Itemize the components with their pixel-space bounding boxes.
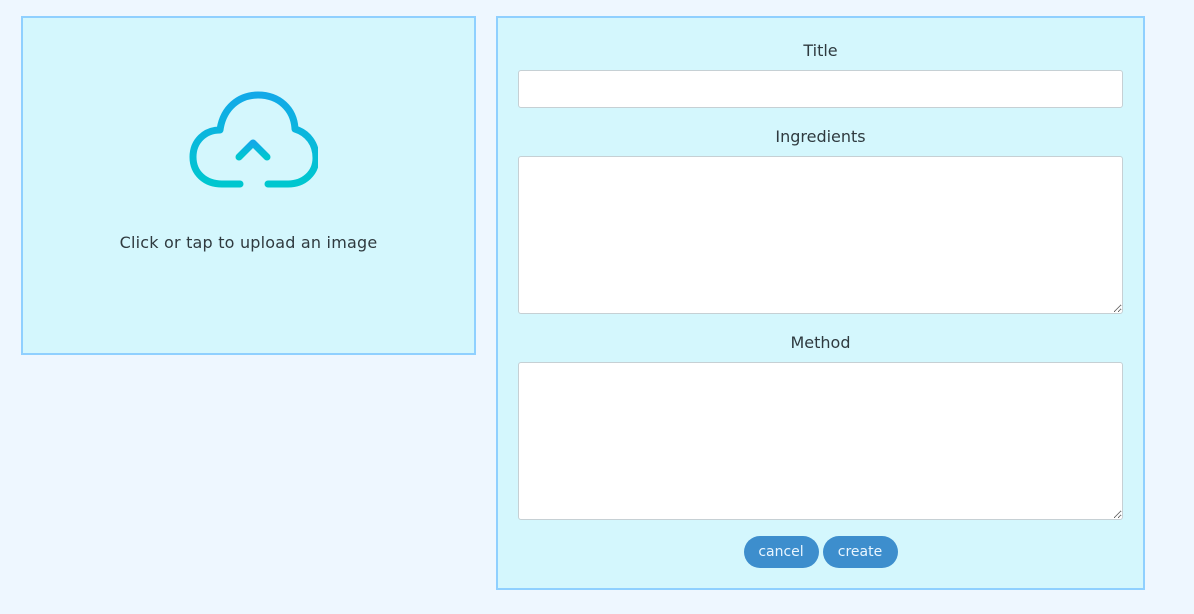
method-label: Method bbox=[790, 333, 851, 352]
ingredients-textarea[interactable] bbox=[518, 156, 1123, 314]
recipe-editor-page: Click or tap to upload an image Title In… bbox=[0, 0, 1194, 614]
cancel-button[interactable]: cancel bbox=[743, 536, 819, 568]
form-actions: cancel create bbox=[498, 536, 1143, 568]
title-input[interactable] bbox=[518, 70, 1123, 108]
title-label: Title bbox=[803, 41, 838, 60]
create-button[interactable]: create bbox=[822, 536, 898, 568]
image-upload-dropzone[interactable]: Click or tap to upload an image bbox=[21, 16, 476, 355]
ingredients-label: Ingredients bbox=[775, 127, 866, 146]
cloud-upload-icon bbox=[189, 91, 318, 197]
upload-prompt-text: Click or tap to upload an image bbox=[119, 233, 378, 252]
recipe-form: Title Ingredients Method cancel create bbox=[496, 16, 1145, 590]
method-textarea[interactable] bbox=[518, 362, 1123, 520]
